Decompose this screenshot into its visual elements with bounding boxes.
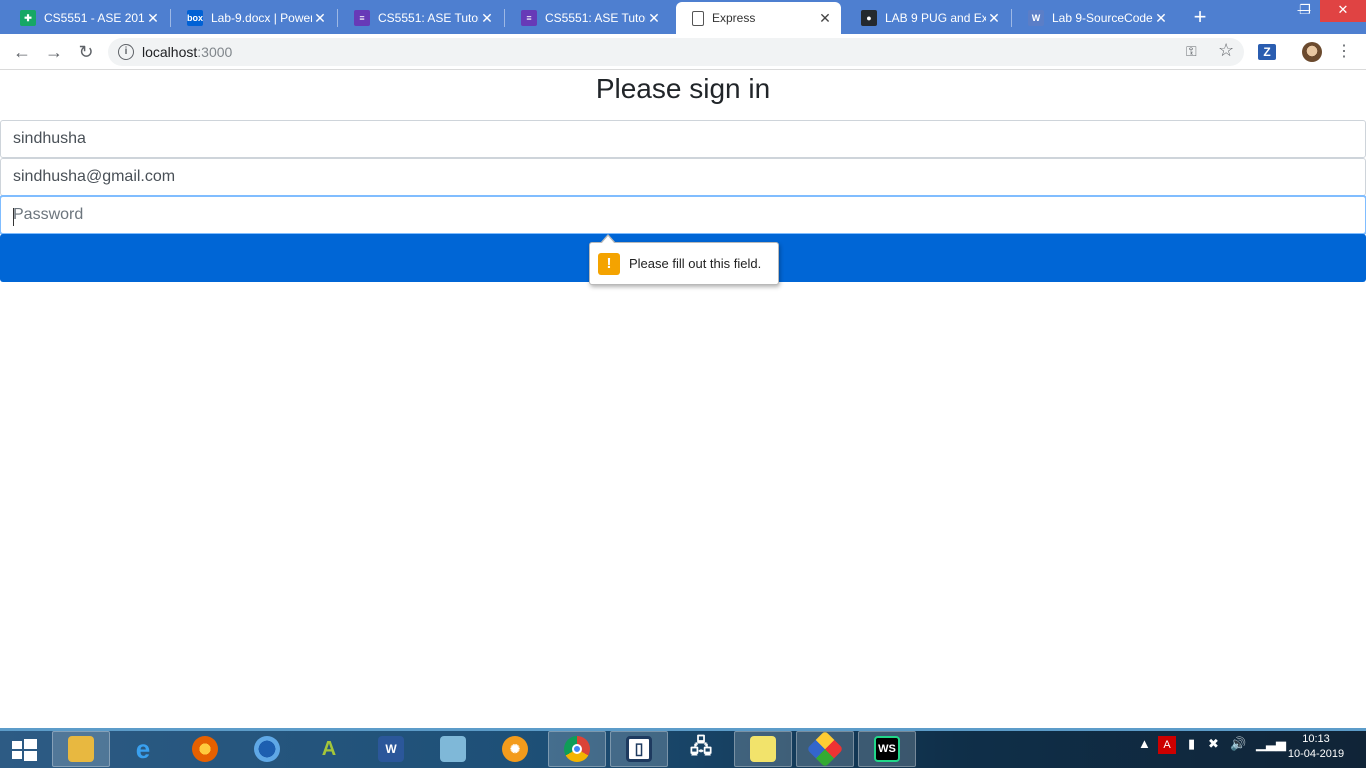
security-tray-icon[interactable]: ✖ (1208, 736, 1219, 752)
tab-title: CS5551: ASE Tutori (545, 11, 646, 25)
color-diamond-icon (806, 730, 844, 768)
profile-avatar[interactable] (1302, 42, 1322, 62)
word-icon[interactable]: W (362, 731, 420, 767)
start-button[interactable] (8, 736, 40, 764)
address-url[interactable]: localhost:3000 (142, 44, 232, 60)
clock-time: 10:13 (1302, 733, 1330, 745)
wiki-icon: W (1028, 10, 1044, 26)
google-forms-icon: ≡ (354, 10, 370, 26)
browser-tab[interactable]: ✚ CS5551 - ASE 2019 ✕ (4, 2, 169, 34)
google-sheets-icon: ✚ (20, 10, 36, 26)
browser-tab[interactable]: W Lab 9-SourceCode ✕ (1012, 2, 1177, 34)
tab-title: LAB 9 PUG and Exp (885, 11, 986, 25)
page-content: Please sign in ! Please fill out this fi… (0, 71, 1366, 728)
tab-close-icon[interactable]: ✕ (479, 10, 495, 26)
extension-z-icon[interactable]: Z (1258, 44, 1276, 60)
windows-taskbar: e A W ✺ ▯ 🖧 WS ▲ A ▮ ✖ 🔊 ▁▃▅ 10:13 10-04… (0, 728, 1366, 768)
tab-title: CS5551 - ASE 2019 (44, 11, 145, 25)
network-icon: 🖧 (689, 736, 713, 758)
android-studio-icon[interactable]: A (300, 731, 358, 767)
browser-toolbar: ← → ↻ i localhost:3000 ⚿ ☆ Z ⋮ (0, 34, 1366, 70)
sticky-notes-icon[interactable] (734, 731, 792, 767)
browser-menu-icon[interactable]: ⋮ (1336, 40, 1352, 64)
sourcetree-app-icon[interactable]: ▯ (610, 731, 668, 767)
show-hidden-icons[interactable]: ▲ (1138, 736, 1151, 751)
ws-logo-icon: WS (874, 736, 900, 762)
webstorm-icon[interactable]: WS (858, 731, 916, 767)
blue-circle-app-icon (254, 736, 280, 762)
key-icon[interactable]: ⚿ (1186, 43, 1197, 60)
orange-wheel-app-icon[interactable]: ✺ (486, 731, 544, 767)
sticky-note-icon (750, 736, 776, 762)
tab-close-icon[interactable]: ✕ (986, 10, 1002, 26)
bracket-icon: ▯ (626, 736, 652, 762)
volume-icon[interactable]: 🔊 (1230, 736, 1246, 752)
tab-close-icon[interactable]: ✕ (817, 10, 833, 26)
system-clock[interactable]: 10:13 10-04-2019 (1286, 732, 1346, 762)
new-tab-button[interactable]: + (1188, 6, 1212, 30)
box-icon: box (187, 10, 203, 26)
tab-close-icon[interactable]: ✕ (1153, 10, 1169, 26)
notepad-app-icon[interactable] (424, 731, 482, 767)
android-icon: A (321, 737, 337, 760)
word-logo-icon: W (378, 736, 404, 762)
usb-tray-icon[interactable]: ▮ (1188, 736, 1195, 752)
page-icon (692, 10, 704, 26)
folder-icon (68, 736, 94, 762)
site-info-icon[interactable]: i (118, 44, 134, 60)
restore-button[interactable]: ❐ (1290, 0, 1320, 22)
browser-tab[interactable]: ≡ CS5551: ASE Tutori ✕ (505, 2, 670, 34)
tab-close-icon[interactable]: ✕ (145, 10, 161, 26)
password-field[interactable] (0, 196, 1366, 234)
clock-date: 10-04-2019 (1287, 748, 1345, 760)
warning-icon: ! (598, 252, 620, 275)
tab-title: Lab-9.docx | Power (211, 11, 312, 25)
app-circle-icon[interactable] (238, 731, 296, 767)
page-title: Please sign in (595, 73, 771, 104)
github-icon: ● (861, 10, 877, 26)
browser-tab[interactable]: box Lab-9.docx | Power ✕ (171, 2, 336, 34)
tab-title: Express (712, 11, 756, 25)
text-caret (13, 208, 14, 226)
username-field[interactable] (0, 120, 1366, 158)
start-logo-pane (12, 751, 22, 759)
start-logo-pane (24, 751, 37, 761)
paint-app-icon[interactable] (796, 730, 854, 768)
notepad-icon (440, 736, 466, 762)
start-logo-pane (24, 739, 37, 749)
browser-tab[interactable]: ≡ CS5551: ASE Tutori ✕ (338, 2, 503, 34)
validation-tooltip: ! Please fill out this field. (589, 234, 779, 285)
tab-title: Lab 9-SourceCode (1052, 11, 1153, 25)
firefox-icon[interactable] (176, 731, 234, 767)
tab-close-icon[interactable]: ✕ (646, 10, 662, 26)
reload-button[interactable]: ↻ (74, 40, 98, 64)
ie-logo-icon: e (135, 733, 151, 764)
email-field[interactable] (0, 158, 1366, 196)
chrome-icon[interactable] (548, 731, 606, 767)
chrome-logo-icon (564, 736, 590, 762)
url-port: :3000 (197, 44, 233, 60)
tab-close-icon[interactable]: ✕ (312, 10, 328, 26)
address-bar[interactable]: i localhost:3000 ⚿ ☆ (108, 38, 1244, 66)
validation-message: Please fill out this field. (629, 256, 762, 271)
firefox-logo-icon (192, 736, 218, 762)
file-explorer-icon[interactable] (52, 731, 110, 767)
browser-tab-strip: ✚ CS5551 - ASE 2019 ✕ box Lab-9.docx | Power… (0, 0, 1366, 34)
browser-tab[interactable]: Express ✕ (676, 2, 841, 34)
signal-icon[interactable]: ▁▃▅ (1256, 736, 1286, 752)
internet-explorer-icon[interactable]: e (114, 731, 172, 767)
back-button[interactable]: ← (10, 40, 34, 64)
start-logo-pane (12, 741, 22, 749)
acrobat-tray-icon[interactable]: A (1158, 736, 1176, 754)
google-forms-icon: ≡ (521, 10, 537, 26)
bookmark-star-icon[interactable]: ☆ (1218, 40, 1234, 61)
browser-tab[interactable]: ● LAB 9 PUG and Exp ✕ (845, 2, 1010, 34)
forward-button[interactable]: → (42, 40, 66, 64)
wheel-icon: ✺ (502, 736, 528, 762)
tab-title: CS5551: ASE Tutori (378, 11, 479, 25)
close-window-button[interactable]: ✕ (1320, 0, 1366, 22)
network-app-icon[interactable]: 🖧 (672, 731, 730, 767)
url-host: localhost (142, 44, 198, 60)
